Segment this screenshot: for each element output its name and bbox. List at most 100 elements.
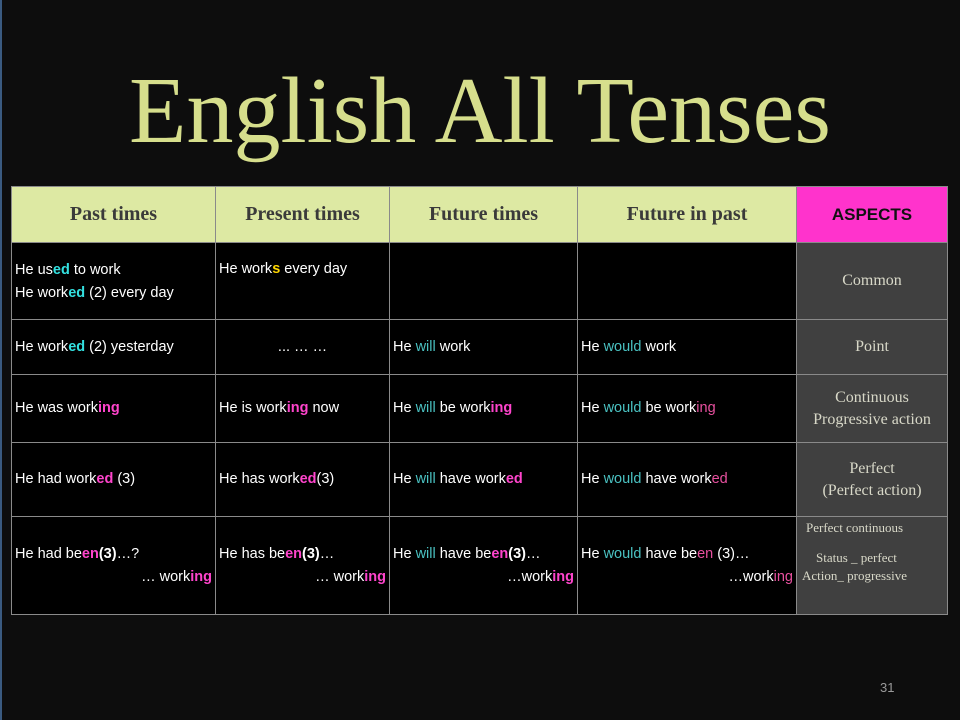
cell-line: … working <box>219 566 386 589</box>
cell-point-future-past: He would work <box>577 319 797 375</box>
cell-continuous-future-past: He would be working <box>577 374 797 443</box>
suffix: ed <box>711 471 728 487</box>
modal: would <box>603 545 642 562</box>
aspect-line: Perfect <box>849 459 895 477</box>
cell-perfect-past: He had worked (3) <box>11 442 216 517</box>
modal: would <box>603 338 642 355</box>
aspect-common: Common <box>796 242 948 320</box>
cell-line: He has been(3)… <box>219 543 386 566</box>
text: every day <box>280 261 348 277</box>
text: (3)… <box>713 545 750 562</box>
text: (3) <box>316 471 335 487</box>
text: … work <box>141 568 191 585</box>
text: work <box>435 338 471 355</box>
cell-perfect-continuous-future-past: He would have been (3)… …working <box>577 516 797 615</box>
tenses-table: Past times Present times Future times Fu… <box>11 186 948 615</box>
slide-title: English All Tenses <box>129 59 831 163</box>
text: have be <box>641 545 698 562</box>
cell-line: …working <box>581 566 793 589</box>
cell-common-present: He works every day <box>215 242 390 320</box>
text: (2) every day <box>85 285 174 301</box>
aspect-line: (Perfect action) <box>822 481 922 499</box>
text: …work <box>507 568 553 585</box>
cell-line: He will have been(3)… <box>393 543 574 566</box>
text: He <box>393 471 416 487</box>
text: now <box>308 400 340 416</box>
aspect-line: Perfect continuous <box>806 520 904 535</box>
text: He <box>581 400 604 416</box>
text: He had work <box>15 471 97 487</box>
cell-line: He would have been (3)… <box>581 543 793 566</box>
aspect-line: Progressive action <box>813 410 931 428</box>
table-row-point: He worked (2) yesterday ... … … He will … <box>11 319 948 375</box>
cell-continuous-future: He will be working <box>389 374 578 443</box>
aspect-perfect: Perfect (Perfect action) <box>796 442 948 517</box>
suffix: en <box>285 545 303 562</box>
modal: will <box>415 545 436 562</box>
suffix: ing <box>190 568 212 585</box>
table-row-perfect: He had worked (3) He has worked(3) He wi… <box>11 442 948 517</box>
suffix: ing <box>286 400 309 416</box>
suffix: ed <box>68 338 86 355</box>
text: He work <box>219 261 273 277</box>
text: be work <box>435 400 491 416</box>
text: work <box>641 338 677 355</box>
text: He <box>393 400 416 416</box>
text: (2) yesterday <box>85 338 174 355</box>
suffix: en <box>81 545 99 562</box>
suffix: ed <box>52 262 70 278</box>
table-row-perfect-continuous: He had been(3)…? … working He has been(3… <box>11 516 948 615</box>
header-future-in-past: Future in past <box>577 186 797 243</box>
suffix: ed <box>96 471 114 487</box>
suffix: ing <box>696 400 716 416</box>
cell-perfect-present: He has worked(3) <box>215 442 390 517</box>
cell-line: He used to work <box>15 259 212 282</box>
text: He work <box>15 338 69 355</box>
cell-point-present: ... … … <box>215 319 390 375</box>
cell-continuous-present: He is working now <box>215 374 390 443</box>
cell-perfect-continuous-past: He had been(3)…? … working <box>11 516 216 615</box>
suffix: ing <box>364 568 386 585</box>
text: have be <box>435 545 492 562</box>
text: have work <box>435 471 506 487</box>
suffix: ing <box>490 400 513 416</box>
header-aspects: ASPECTS <box>796 186 948 243</box>
suffix: ed <box>299 471 317 487</box>
text: He <box>393 545 416 562</box>
aspect-continuous: Continuous Progressive action <box>796 374 948 443</box>
text: He had be <box>15 545 82 562</box>
table-row-continuous: He was working He is working now He will… <box>11 374 948 443</box>
text: …? <box>116 545 140 562</box>
text: … <box>526 545 541 562</box>
cell-point-past: He worked (2) yesterday <box>11 319 216 375</box>
text: (3) <box>113 471 136 487</box>
modal: would <box>603 471 642 487</box>
suffix: ing <box>773 568 793 585</box>
cell-point-future: He will work <box>389 319 578 375</box>
text: … <box>319 545 335 562</box>
text: He <box>581 545 604 562</box>
suffix: ed <box>505 471 523 487</box>
suffix: ed <box>68 285 86 301</box>
aspect-line: Status _ perfect <box>816 550 897 565</box>
cell-perfect-future-past: He would have worked <box>577 442 797 517</box>
suffix: ing <box>552 568 574 585</box>
text: have work <box>641 471 712 487</box>
header-future-times: Future times <box>389 186 578 243</box>
text: He us <box>15 262 53 278</box>
suffix: en <box>697 545 714 562</box>
text: He <box>581 338 604 355</box>
table-header-row: Past times Present times Future times Fu… <box>11 186 948 243</box>
cell-perfect-continuous-present: He has been(3)… … working <box>215 516 390 615</box>
text: He has be <box>219 545 286 562</box>
aspect-perfect-continuous: Perfect continuous Status _ perfect Acti… <box>796 516 948 615</box>
text: He is work <box>219 400 287 416</box>
text: …work <box>728 568 774 585</box>
table-row-common: He used to work He worked (2) every day … <box>11 242 948 320</box>
cell-continuous-past: He was working <box>11 374 216 443</box>
text: He <box>581 471 604 487</box>
text: He work <box>15 285 69 301</box>
aspect-line: Continuous <box>835 388 909 406</box>
page-number: 31 <box>880 680 895 695</box>
text: (3) <box>302 545 320 562</box>
